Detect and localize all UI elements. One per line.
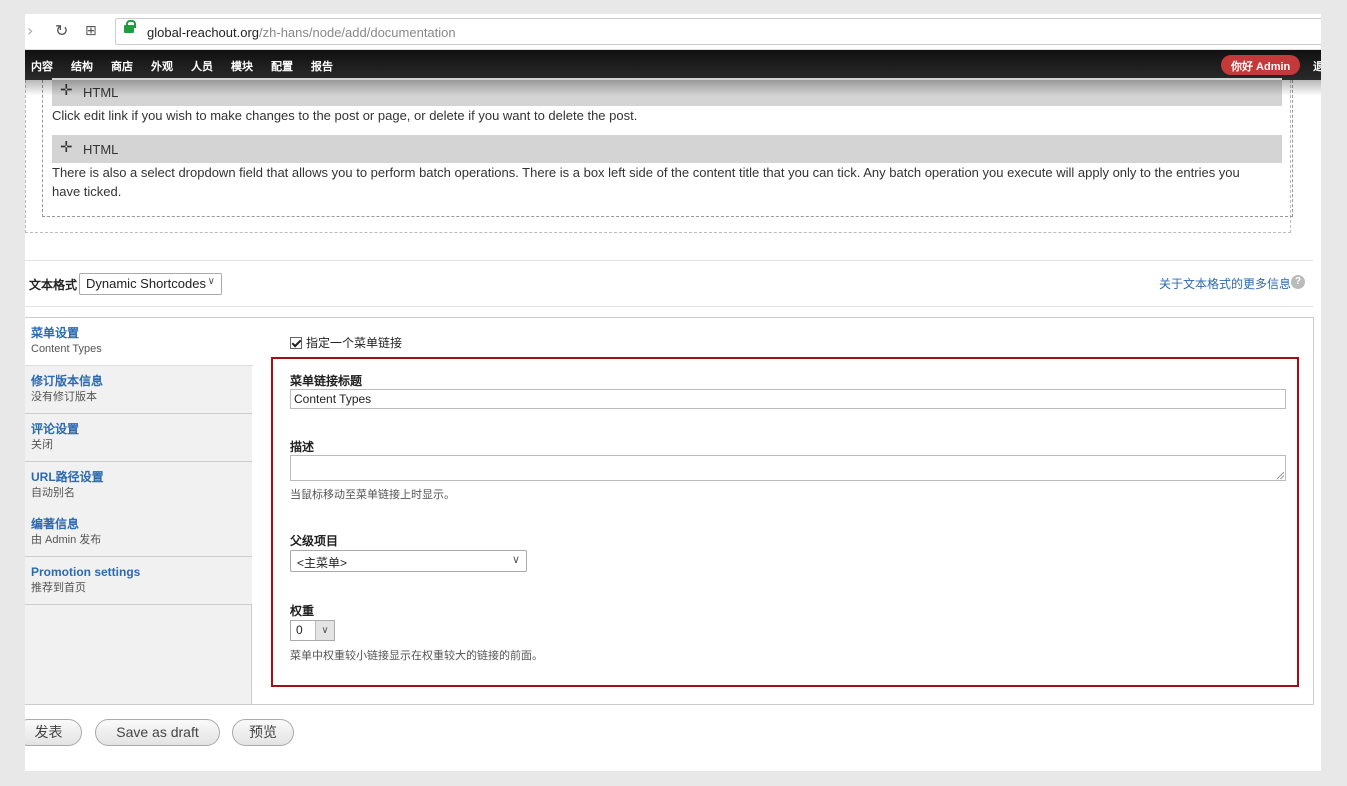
text-format-label: 文本格式 — [29, 278, 78, 292]
parent-item-label: 父级项目 — [290, 534, 339, 548]
html-block-header[interactable]: ✛ HTML — [52, 135, 1282, 163]
description-help: 当鼠标移动至菜单链接上时显示。 — [290, 489, 455, 501]
tab-url-path-settings[interactable]: URL路径设置 自动别名 — [25, 462, 252, 510]
admin-menu-config[interactable]: 配置 — [271, 58, 293, 74]
move-handle-icon[interactable]: ✛ — [60, 138, 73, 156]
user-greeting-badge[interactable]: 你好 Admin — [1221, 55, 1301, 75]
weight-label: 权重 — [290, 604, 315, 618]
tab-authoring-info[interactable]: 编著信息 由 Admin 发布 — [25, 509, 252, 557]
text-format-select[interactable]: Dynamic Shortcodes ∨ — [79, 273, 222, 295]
reload-icon[interactable]: ↻ — [55, 21, 68, 40]
tab-summary: 关闭 — [31, 439, 53, 451]
menu-link-title-input[interactable]: Content Types — [290, 389, 1286, 409]
admin-menu-modules[interactable]: 模块 — [231, 58, 253, 74]
tab-summary: 由 Admin 发布 — [31, 534, 102, 546]
menu-link-checkbox[interactable] — [290, 337, 302, 349]
tab-title: Promotion settings — [31, 565, 141, 579]
admin-menu: 内容 结构 商店 外观 人员 模块 配置 报告 — [31, 58, 333, 74]
divider — [25, 260, 1313, 261]
chevron-down-icon: ∨ — [511, 554, 520, 566]
logout-link[interactable]: 退 — [1313, 58, 1321, 74]
chevron-down-icon: ∨ — [207, 276, 215, 287]
save-draft-button[interactable]: Save as draft — [95, 719, 220, 746]
parent-item-select[interactable]: <主菜单> ∨ — [290, 550, 527, 572]
admin-menu-structure[interactable]: 结构 — [71, 58, 93, 74]
tab-summary: Content Types — [31, 343, 102, 355]
menu-link-checkbox-row[interactable]: 指定一个菜单链接 — [290, 334, 402, 351]
admin-menu-people[interactable]: 人员 — [191, 58, 213, 74]
tab-title: 修订版本信息 — [31, 374, 104, 388]
tab-menu-settings[interactable]: 菜单设置 Content Types — [25, 318, 253, 366]
block-type-label: HTML — [83, 85, 119, 100]
tab-summary: 推荐到首页 — [31, 582, 86, 594]
weight-select[interactable]: 0 ∨ — [290, 620, 335, 641]
divider — [25, 306, 1313, 307]
admin-menu-reports[interactable]: 报告 — [311, 58, 333, 74]
text-format-help-link[interactable]: 关于文本格式的更多信息 — [1159, 275, 1291, 292]
url-text: global-reachout.org/zh-hans/node/add/doc… — [147, 25, 456, 40]
checkbox-label: 指定一个菜单链接 — [306, 336, 403, 350]
parent-item-value: <主菜单> — [297, 556, 348, 570]
move-handle-icon[interactable]: ✛ — [60, 81, 73, 99]
admin-menu-content[interactable]: 内容 — [31, 58, 53, 74]
forward-icon[interactable]: › — [27, 21, 33, 40]
tab-title: 评论设置 — [31, 422, 80, 436]
tab-summary: 没有修订版本 — [31, 391, 97, 403]
text-format-value: Dynamic Shortcodes — [86, 276, 206, 291]
weight-help: 菜单中权重较小链接显示在权重较大的链接的前面。 — [290, 650, 543, 662]
url-host: global-reachout.org — [147, 25, 260, 40]
tab-revision-info[interactable]: 修订版本信息 没有修订版本 — [25, 366, 252, 414]
description-label: 描述 — [290, 440, 315, 454]
block-type-label: HTML — [83, 142, 119, 157]
description-textarea[interactable] — [290, 455, 1286, 481]
block-text: Click edit link if you wish to make chan… — [52, 108, 638, 123]
tab-summary: 自动别名 — [31, 487, 75, 499]
vertical-tabs-list: 菜单设置 Content Types 修订版本信息 没有修订版本 评论设置 关闭… — [25, 318, 253, 704]
preview-button[interactable]: 预览 — [232, 719, 294, 746]
help-icon[interactable]: ? — [1291, 275, 1305, 289]
apps-grid-icon[interactable]: ⊞ — [85, 23, 97, 39]
lock-icon — [124, 20, 136, 33]
url-path: /zh-hans/node/add/documentation — [259, 25, 456, 40]
block-text: There is also a select dropdown field th… — [52, 165, 1240, 199]
html-block-header[interactable]: ✛ HTML — [52, 78, 1282, 106]
screenshot-frame: › ↻ ⊞ global-reachout.org/zh-hans/node/a… — [25, 14, 1321, 771]
admin-menu-store[interactable]: 商店 — [111, 58, 133, 74]
weight-value: 0 — [296, 623, 303, 637]
admin-menu-appearance[interactable]: 外观 — [151, 58, 173, 74]
admin-toolbar: 内容 结构 商店 外观 人员 模块 配置 报告 你好 Admin 退 — [25, 50, 1321, 80]
tab-title: URL路径设置 — [31, 470, 104, 484]
chevron-down-icon: ∨ — [315, 621, 334, 640]
menu-link-title-label: 菜单链接标题 — [290, 374, 363, 388]
publish-button[interactable]: 发表 — [25, 719, 82, 746]
tab-title: 菜单设置 — [31, 326, 80, 340]
address-bar[interactable]: global-reachout.org/zh-hans/node/add/doc… — [115, 18, 1321, 45]
tab-comment-settings[interactable]: 评论设置 关闭 — [25, 414, 252, 462]
tab-promotion-settings[interactable]: Promotion settings 推荐到首页 — [25, 557, 252, 605]
tab-title: 编著信息 — [31, 517, 80, 531]
browser-chrome: › ↻ ⊞ global-reachout.org/zh-hans/node/a… — [25, 14, 1321, 50]
